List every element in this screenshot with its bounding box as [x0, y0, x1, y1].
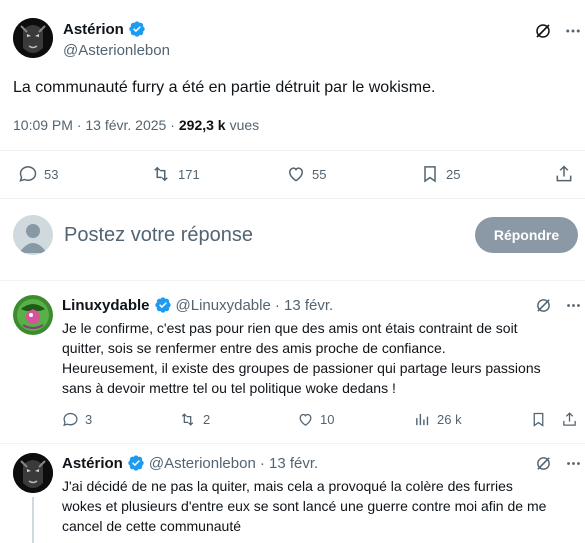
share-action[interactable]	[554, 164, 574, 184]
reply-author-avatar[interactable]	[13, 453, 53, 493]
author-handle[interactable]: @Asterionlebon	[63, 42, 170, 59]
views-icon	[416, 413, 429, 426]
reply-author-handle[interactable]: @Asterionlebon	[149, 455, 256, 472]
divider	[0, 443, 585, 444]
reply-text-line: Heureusement, il existe des groupes de p…	[62, 360, 541, 376]
like-action[interactable]: 10	[297, 411, 334, 428]
reply-author-name[interactable]: Linuxydable	[62, 297, 150, 314]
reply-button[interactable]: Répondre	[475, 217, 578, 253]
like-count: 10	[320, 412, 335, 427]
more-icon[interactable]	[564, 22, 582, 40]
divider	[0, 198, 585, 199]
reply-action[interactable]: 3	[62, 411, 92, 428]
reply-text-line: cancel de cette communauté	[62, 518, 241, 534]
verified-icon	[154, 297, 171, 313]
verified-icon	[129, 21, 145, 37]
reply-icon	[63, 412, 78, 427]
like-icon	[299, 413, 312, 426]
reply-action[interactable]: 53	[18, 164, 58, 184]
reply-text-line: quitter, sois se renfermer entre des ami…	[62, 340, 446, 356]
tweet-text: La communauté furry a été en partie détr…	[13, 79, 436, 96]
compose-avatar	[13, 215, 53, 255]
reply-text: J'ai décidé de ne pas la quiter, mais ce…	[62, 476, 582, 536]
tweet-views-count: 292,3 k	[178, 117, 226, 133]
default-avatar-icon	[19, 224, 47, 253]
share-icon[interactable]	[561, 411, 578, 428]
like-action[interactable]: 55	[286, 164, 326, 184]
reply-author-handle[interactable]: @Linuxydable	[176, 297, 271, 314]
reply-count: 53	[44, 166, 59, 182]
avatar-image	[13, 18, 53, 58]
more-icon[interactable]	[565, 455, 582, 472]
reply-count: 3	[85, 412, 93, 427]
avatar-image	[13, 295, 53, 335]
tweet-timestamp[interactable]: 10:09 PM · 13 févr. 2025 ·	[13, 117, 175, 133]
grok-icon[interactable]	[535, 455, 552, 472]
reply-author-avatar[interactable]	[13, 295, 53, 335]
retweet-count: 171	[178, 166, 200, 182]
like-count: 55	[312, 166, 327, 182]
reply-icon	[19, 166, 37, 182]
bookmark-icon[interactable]	[530, 411, 547, 428]
divider	[0, 280, 585, 281]
reply-text-line: J'ai décidé de ne pas la quiter, mais ce…	[62, 478, 513, 494]
views-count: 26 k	[437, 412, 462, 427]
retweet-count: 2	[203, 412, 211, 427]
author-name[interactable]: Astérion	[63, 21, 124, 38]
reply-author-name[interactable]: Astérion	[62, 455, 123, 472]
like-icon	[288, 167, 304, 182]
retweet-icon	[181, 413, 194, 426]
thread-line	[32, 497, 34, 543]
reply-text-line: wokes et plusieurs d'entre eux se sont l…	[62, 498, 547, 514]
retweet-action[interactable]: 171	[150, 164, 200, 184]
grok-icon[interactable]	[534, 22, 552, 40]
bookmark-action[interactable]: 25	[420, 164, 460, 184]
grok-icon[interactable]	[535, 297, 552, 314]
divider	[0, 150, 585, 151]
reply-text-line: Je le confirme, c'est pas pour rien que …	[62, 320, 518, 336]
tweet-views-label: vues	[229, 117, 260, 133]
reply-date[interactable]: · 13 févr.	[275, 297, 333, 314]
retweet-action[interactable]: 2	[178, 411, 210, 428]
reply-date[interactable]: · 13 févr.	[260, 455, 318, 472]
bookmark-count: 25	[446, 166, 461, 182]
author-avatar[interactable]	[13, 18, 53, 58]
avatar-image	[13, 453, 53, 493]
reply-text: Je le confirme, c'est pas pour rien que …	[62, 318, 582, 398]
retweet-icon	[154, 166, 168, 182]
bookmark-icon	[424, 166, 436, 183]
reply-input[interactable]: Postez votre réponse	[64, 224, 253, 247]
reply-text-line: sans à devoir mettre tel ou tel politiqu…	[62, 380, 396, 396]
views-action[interactable]: 26 k	[414, 411, 462, 428]
share-icon	[556, 165, 572, 182]
more-icon[interactable]	[565, 297, 582, 314]
verified-icon	[128, 455, 144, 471]
